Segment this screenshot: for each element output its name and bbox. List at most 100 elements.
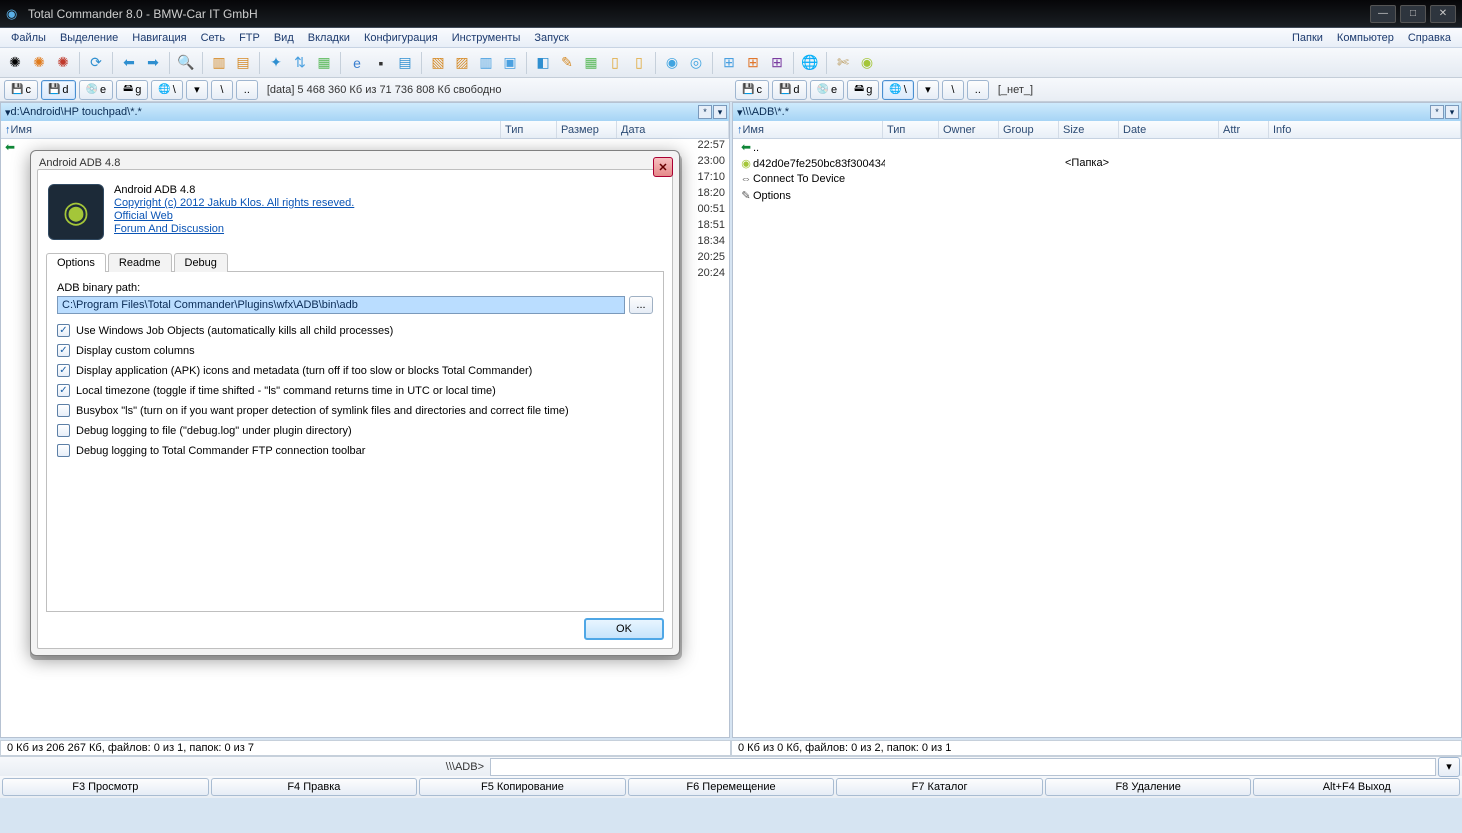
path-bar-right[interactable]: ▾ \\\ADB\*.* *▾ <box>733 103 1461 121</box>
checkbox-4[interactable] <box>57 404 70 417</box>
f4-edit[interactable]: F4 Правка <box>211 778 418 796</box>
page2-icon[interactable]: ▨ <box>451 52 473 74</box>
copy-icon[interactable]: ▥ <box>208 52 230 74</box>
dialog-official-link[interactable]: Official Web <box>114 210 354 222</box>
cmdline-dropdown[interactable]: ▾ <box>1438 757 1460 777</box>
f8-delete[interactable]: F8 Удаление <box>1045 778 1252 796</box>
checkbox-0[interactable]: ✓ <box>57 324 70 337</box>
refresh-icon[interactable]: ⟳ <box>85 52 107 74</box>
menu-navigation[interactable]: Навигация <box>125 30 193 46</box>
fav-left[interactable]: * <box>698 105 712 119</box>
f7-mkdir[interactable]: F7 Каталог <box>836 778 1043 796</box>
drive-c-left[interactable]: 💾c <box>4 80 38 100</box>
doc-icon[interactable]: ▦ <box>313 52 335 74</box>
back-icon[interactable]: ⬅ <box>118 52 140 74</box>
menu-ftp[interactable]: FTP <box>232 30 267 46</box>
checkbox-3[interactable]: ✓ <box>57 384 70 397</box>
folder-icon[interactable]: ▯ <box>604 52 626 74</box>
net2-icon[interactable]: ◎ <box>685 52 707 74</box>
cmdline-input[interactable] <box>490 758 1436 776</box>
drive-dropdown-left[interactable]: ▾ <box>186 80 208 100</box>
col-type-left[interactable]: Тип <box>501 121 557 138</box>
drive-d-right[interactable]: 💾d <box>772 80 807 100</box>
menu-tabs[interactable]: Вкладки <box>301 30 357 46</box>
col-info-right[interactable]: Info <box>1269 121 1461 138</box>
menu-computer[interactable]: Компьютер <box>1330 30 1401 46</box>
f3-view[interactable]: F3 Просмотр <box>2 778 209 796</box>
drive-net-left[interactable]: 🌐\ <box>151 80 183 100</box>
tab-debug[interactable]: Debug <box>174 253 228 272</box>
menu-config[interactable]: Конфигурация <box>357 30 445 46</box>
forward-icon[interactable]: ➡ <box>142 52 164 74</box>
f6-move[interactable]: F6 Перемещение <box>628 778 835 796</box>
drive-c-right[interactable]: 💾c <box>735 80 769 100</box>
menu-tools[interactable]: Инструменты <box>445 30 528 46</box>
up-button-right[interactable]: .. <box>967 80 989 100</box>
path-bar-left[interactable]: ▾ d:\Android\HP touchpad\*.* *▾ <box>1 103 729 121</box>
col-group-right[interactable]: Group <box>999 121 1059 138</box>
tab-readme[interactable]: Readme <box>108 253 172 272</box>
checkbox-row-3[interactable]: ✓Local timezone (toggle if time shifted … <box>57 384 653 397</box>
pages-icon[interactable]: ▥ <box>475 52 497 74</box>
dialog-copyright-link[interactable]: Copyright (c) 2012 Jakub Klos. All right… <box>114 197 354 209</box>
dialog-forum-link[interactable]: Forum And Discussion <box>114 223 354 235</box>
checkbox-row-6[interactable]: Debug logging to Total Commander FTP con… <box>57 444 653 457</box>
calc-icon[interactable]: ▦ <box>580 52 602 74</box>
col-type-right[interactable]: Тип <box>883 121 939 138</box>
checkbox-row-2[interactable]: ✓Display application (APK) icons and met… <box>57 364 653 377</box>
col-size-left[interactable]: Размер <box>557 121 617 138</box>
star-icon[interactable]: ✦ <box>265 52 287 74</box>
menu-folders[interactable]: Папки <box>1285 30 1330 46</box>
drive-g-left[interactable]: 🖴g <box>116 80 148 100</box>
list-item[interactable]: ✎Options <box>733 187 1461 203</box>
checkbox-row-1[interactable]: ✓Display custom columns <box>57 344 653 357</box>
drive-e-right[interactable]: 💿e <box>810 80 845 100</box>
minimize-button[interactable]: — <box>1370 5 1396 23</box>
browse-button[interactable]: ... <box>629 296 653 314</box>
menu-view[interactable]: Вид <box>267 30 301 46</box>
net1-icon[interactable]: ◉ <box>661 52 683 74</box>
gear-blue-icon[interactable]: ✺ <box>4 52 26 74</box>
checkbox-row-4[interactable]: Busybox "ls" (turn on if you want proper… <box>57 404 653 417</box>
menu-network[interactable]: Сеть <box>194 30 232 46</box>
checkbox-row-5[interactable]: Debug logging to file ("debug.log" under… <box>57 424 653 437</box>
up-button-left[interactable]: .. <box>236 80 258 100</box>
drive-net-right[interactable]: 🌐\ <box>882 80 914 100</box>
maximize-button[interactable]: □ <box>1400 5 1426 23</box>
col-name-right[interactable]: Имя <box>743 124 764 136</box>
win2-icon[interactable]: ⊞ <box>742 52 764 74</box>
android-icon[interactable]: ◉ <box>856 52 878 74</box>
drive-dropdown-right[interactable]: ▾ <box>917 80 939 100</box>
menu-selection[interactable]: Выделение <box>53 30 125 46</box>
menu-help[interactable]: Справка <box>1401 30 1458 46</box>
wand-icon[interactable]: ✄ <box>832 52 854 74</box>
col-owner-right[interactable]: Owner <box>939 121 999 138</box>
col-date-left[interactable]: Дата <box>617 121 729 138</box>
col-attr-right[interactable]: Attr <box>1219 121 1269 138</box>
close-button[interactable]: ✕ <box>1430 5 1456 23</box>
drive-e-left[interactable]: 💿e <box>79 80 114 100</box>
hist-left[interactable]: ▾ <box>713 105 727 119</box>
globe-icon[interactable]: 🌐 <box>799 52 821 74</box>
sheet-icon[interactable]: ▤ <box>394 52 416 74</box>
dos-icon[interactable]: ▪ <box>370 52 392 74</box>
checkbox-6[interactable] <box>57 444 70 457</box>
checkbox-row-0[interactable]: ✓Use Windows Job Objects (automatically … <box>57 324 653 337</box>
altf4-exit[interactable]: Alt+F4 Выход <box>1253 778 1460 796</box>
col-size-right[interactable]: Size <box>1059 121 1119 138</box>
win1-icon[interactable]: ⊞ <box>718 52 740 74</box>
menu-start[interactable]: Запуск <box>527 30 575 46</box>
list-item[interactable]: ⇔Connect To Device <box>733 171 1461 187</box>
f5-copy[interactable]: F5 Копирование <box>419 778 626 796</box>
root-button-right[interactable]: \ <box>942 80 964 100</box>
hist-right[interactable]: ▾ <box>1445 105 1459 119</box>
checkbox-2[interactable]: ✓ <box>57 364 70 377</box>
menu-files[interactable]: Файлы <box>4 30 53 46</box>
doc2-icon[interactable]: ▯ <box>628 52 650 74</box>
adb-path-input[interactable] <box>57 296 625 314</box>
root-button-left[interactable]: \ <box>211 80 233 100</box>
note-icon[interactable]: ✎ <box>556 52 578 74</box>
list-item[interactable]: ◉d42d0e7fe250bc83f300434a7ebcb83??.. <Па… <box>733 155 1461 171</box>
gear-orange-icon[interactable]: ✺ <box>28 52 50 74</box>
ok-button[interactable]: OK <box>584 618 664 640</box>
